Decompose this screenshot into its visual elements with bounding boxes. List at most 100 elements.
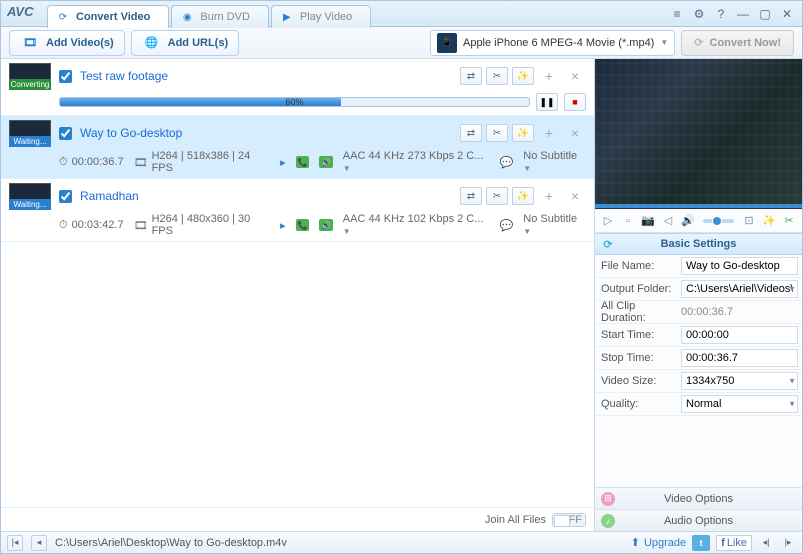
time-bar[interactable] bbox=[595, 204, 802, 208]
basic-settings-header[interactable]: ⟳ Basic Settings bbox=[595, 233, 802, 255]
tab-burn-dvd[interactable]: ◉ Burn DVD bbox=[171, 5, 269, 28]
remove-icon[interactable]: × bbox=[564, 124, 586, 142]
basic-settings: File Name: Output Folder:▼ All Clip Dura… bbox=[595, 255, 802, 416]
file-item[interactable]: Waiting... Ramadhan ⇄ ✂ ✨ + × ⏱ 00:03:42… bbox=[1, 179, 594, 242]
maximize-button[interactable]: ▢ bbox=[756, 6, 774, 22]
input-stop-time[interactable] bbox=[681, 349, 798, 367]
arrow-left-icon[interactable]: ◂| bbox=[758, 535, 774, 551]
audio-selector[interactable]: AAC 44 KHz 102 Kbps 2 C... ▼ bbox=[343, 213, 490, 237]
item-tools: ⇄ ✂ ✨ + × bbox=[460, 187, 586, 205]
add-videos-button[interactable]: 🎞 Add Video(s) bbox=[9, 30, 125, 56]
prev-file-button[interactable]: |◂ bbox=[7, 535, 23, 551]
add-icon[interactable]: + bbox=[538, 124, 560, 142]
main-area: Converting Test raw footage ⇄ ✂ ✨ + × bbox=[1, 59, 802, 531]
volume-icon[interactable]: 🔊 bbox=[679, 212, 697, 230]
stop-button[interactable]: ▫ bbox=[619, 212, 637, 230]
audio-icon: ♪ bbox=[601, 514, 615, 528]
arrow-right-icon[interactable]: |▸ bbox=[780, 535, 796, 551]
remove-icon[interactable]: × bbox=[564, 67, 586, 85]
player-controls: ▷ ▫ 📷 ◁ 🔊 ⊡ ✨ ✂ bbox=[595, 209, 802, 233]
remove-icon[interactable]: × bbox=[564, 187, 586, 205]
toolbar: 🎞 Add Video(s) 🌐 Add URL(s) 📱 Apple iPho… bbox=[1, 27, 802, 59]
file-panel: Converting Test raw footage ⇄ ✂ ✨ + × bbox=[1, 59, 595, 531]
close-button[interactable]: ✕ bbox=[778, 6, 796, 22]
subtitle-selector[interactable]: No Subtitle ▼ bbox=[523, 213, 586, 237]
swap-icon[interactable]: ⇄ bbox=[460, 67, 482, 85]
input-filename[interactable] bbox=[681, 257, 798, 275]
audio-selector[interactable]: AAC 44 KHz 273 Kbps 2 C... ▼ bbox=[343, 150, 490, 174]
convert-now-button[interactable]: ⟳ Convert Now! bbox=[681, 30, 794, 56]
help-icon[interactable]: ? bbox=[712, 6, 730, 22]
file-item[interactable]: Waiting... Way to Go-desktop ⇄ ✂ ✨ + × ⏱… bbox=[1, 116, 594, 179]
chevron-down-icon[interactable]: ▼ bbox=[788, 400, 796, 409]
scissors-icon[interactable]: ✂ bbox=[486, 124, 508, 142]
volume-slider[interactable] bbox=[703, 219, 734, 223]
status-badge: Waiting... bbox=[9, 136, 51, 147]
next-file-button[interactable]: ◂ bbox=[31, 535, 47, 551]
thumbnail: Converting bbox=[9, 63, 51, 89]
input-output-folder[interactable] bbox=[681, 280, 798, 298]
disc-icon: ◉ bbox=[180, 10, 194, 24]
profile-label: Apple iPhone 6 MPEG-4 Movie (*.mp4) bbox=[463, 37, 654, 49]
convert-icon: ⟳ bbox=[56, 10, 70, 24]
play-icon: ▶ bbox=[280, 10, 294, 24]
audio-options-button[interactable]: ♪ Audio Options bbox=[595, 509, 802, 531]
item-checkbox[interactable] bbox=[59, 70, 72, 83]
item-title: Test raw footage bbox=[80, 69, 168, 83]
video-preview[interactable] bbox=[595, 59, 802, 209]
video-options-button[interactable]: ⊞ Video Options bbox=[595, 487, 802, 509]
duration: ⏱ 00:03:42.7 bbox=[59, 219, 124, 232]
crop-icon[interactable]: ⊡ bbox=[740, 212, 758, 230]
option-label: Video Options bbox=[664, 493, 733, 505]
scissors-icon[interactable]: ✂ bbox=[486, 67, 508, 85]
wand-icon[interactable]: ✨ bbox=[512, 187, 534, 205]
file-item[interactable]: Converting Test raw footage ⇄ ✂ ✨ + × bbox=[1, 59, 594, 116]
join-all-toggle[interactable]: OFF bbox=[552, 513, 586, 527]
tab-play-video[interactable]: ▶ Play Video bbox=[271, 5, 371, 28]
chevron-down-icon[interactable]: ▼ bbox=[788, 377, 796, 386]
tab-convert-video[interactable]: ⟳ Convert Video bbox=[47, 5, 169, 28]
pause-button[interactable]: ❚❚ bbox=[536, 93, 558, 111]
wand-icon[interactable]: ✨ bbox=[760, 212, 778, 230]
output-profile-selector[interactable]: 📱 Apple iPhone 6 MPEG-4 Movie (*.mp4) ▼ bbox=[430, 30, 675, 56]
swap-icon[interactable]: ⇄ bbox=[460, 187, 482, 205]
subtitle-selector[interactable]: No Subtitle ▼ bbox=[523, 150, 586, 174]
status-badge: Converting bbox=[9, 79, 51, 90]
item-tools: ⇄ ✂ ✨ + × bbox=[460, 124, 586, 142]
globe-plus-icon: 🌐 bbox=[142, 33, 162, 53]
swap-icon[interactable]: ⇄ bbox=[460, 124, 482, 142]
phone-icon: 📞 bbox=[296, 156, 310, 168]
titlebar: AVC ⟳ Convert Video ◉ Burn DVD ▶ Play Vi… bbox=[1, 1, 802, 27]
wand-icon[interactable]: ✨ bbox=[512, 67, 534, 85]
add-urls-button[interactable]: 🌐 Add URL(s) bbox=[131, 30, 240, 56]
input-quality[interactable] bbox=[681, 395, 798, 413]
menu-icon[interactable]: ≡ bbox=[668, 6, 686, 22]
upgrade-link[interactable]: ⬆ Upgrade bbox=[631, 536, 686, 549]
item-title: Way to Go-desktop bbox=[80, 126, 182, 140]
input-start-time[interactable] bbox=[681, 326, 798, 344]
stop-button[interactable]: ■ bbox=[564, 93, 586, 111]
status-path: C:\Users\Ariel\Desktop\Way to Go-desktop… bbox=[55, 537, 287, 549]
wand-icon[interactable]: ✨ bbox=[512, 124, 534, 142]
item-checkbox[interactable] bbox=[59, 190, 72, 203]
thumbnail: Waiting... bbox=[9, 120, 51, 146]
twitter-icon[interactable]: t bbox=[692, 535, 710, 551]
window-controls: ≡ ⚙ ? — ▢ ✕ bbox=[668, 6, 796, 22]
profile-area: 📱 Apple iPhone 6 MPEG-4 Movie (*.mp4) ▼ … bbox=[430, 30, 794, 56]
minimize-button[interactable]: — bbox=[734, 6, 752, 22]
scissors-icon[interactable]: ✂ bbox=[486, 187, 508, 205]
statusbar: |◂ ◂ C:\Users\Ariel\Desktop\Way to Go-de… bbox=[1, 531, 802, 553]
label-output-folder: Output Folder: bbox=[595, 283, 677, 295]
label-video-size: Video Size: bbox=[595, 375, 677, 387]
gear-icon[interactable]: ⚙ bbox=[690, 6, 708, 22]
add-icon[interactable]: + bbox=[538, 187, 560, 205]
snapshot-button[interactable]: 📷 bbox=[639, 212, 657, 230]
add-icon[interactable]: + bbox=[538, 67, 560, 85]
scissors-icon[interactable]: ✂ bbox=[780, 212, 798, 230]
chevron-down-icon[interactable]: ▼ bbox=[788, 285, 796, 294]
facebook-like-button[interactable]: f Like bbox=[716, 535, 752, 551]
item-checkbox[interactable] bbox=[59, 127, 72, 140]
play-button[interactable]: ▷ bbox=[599, 212, 617, 230]
input-video-size[interactable] bbox=[681, 372, 798, 390]
prev-button[interactable]: ◁ bbox=[659, 212, 677, 230]
